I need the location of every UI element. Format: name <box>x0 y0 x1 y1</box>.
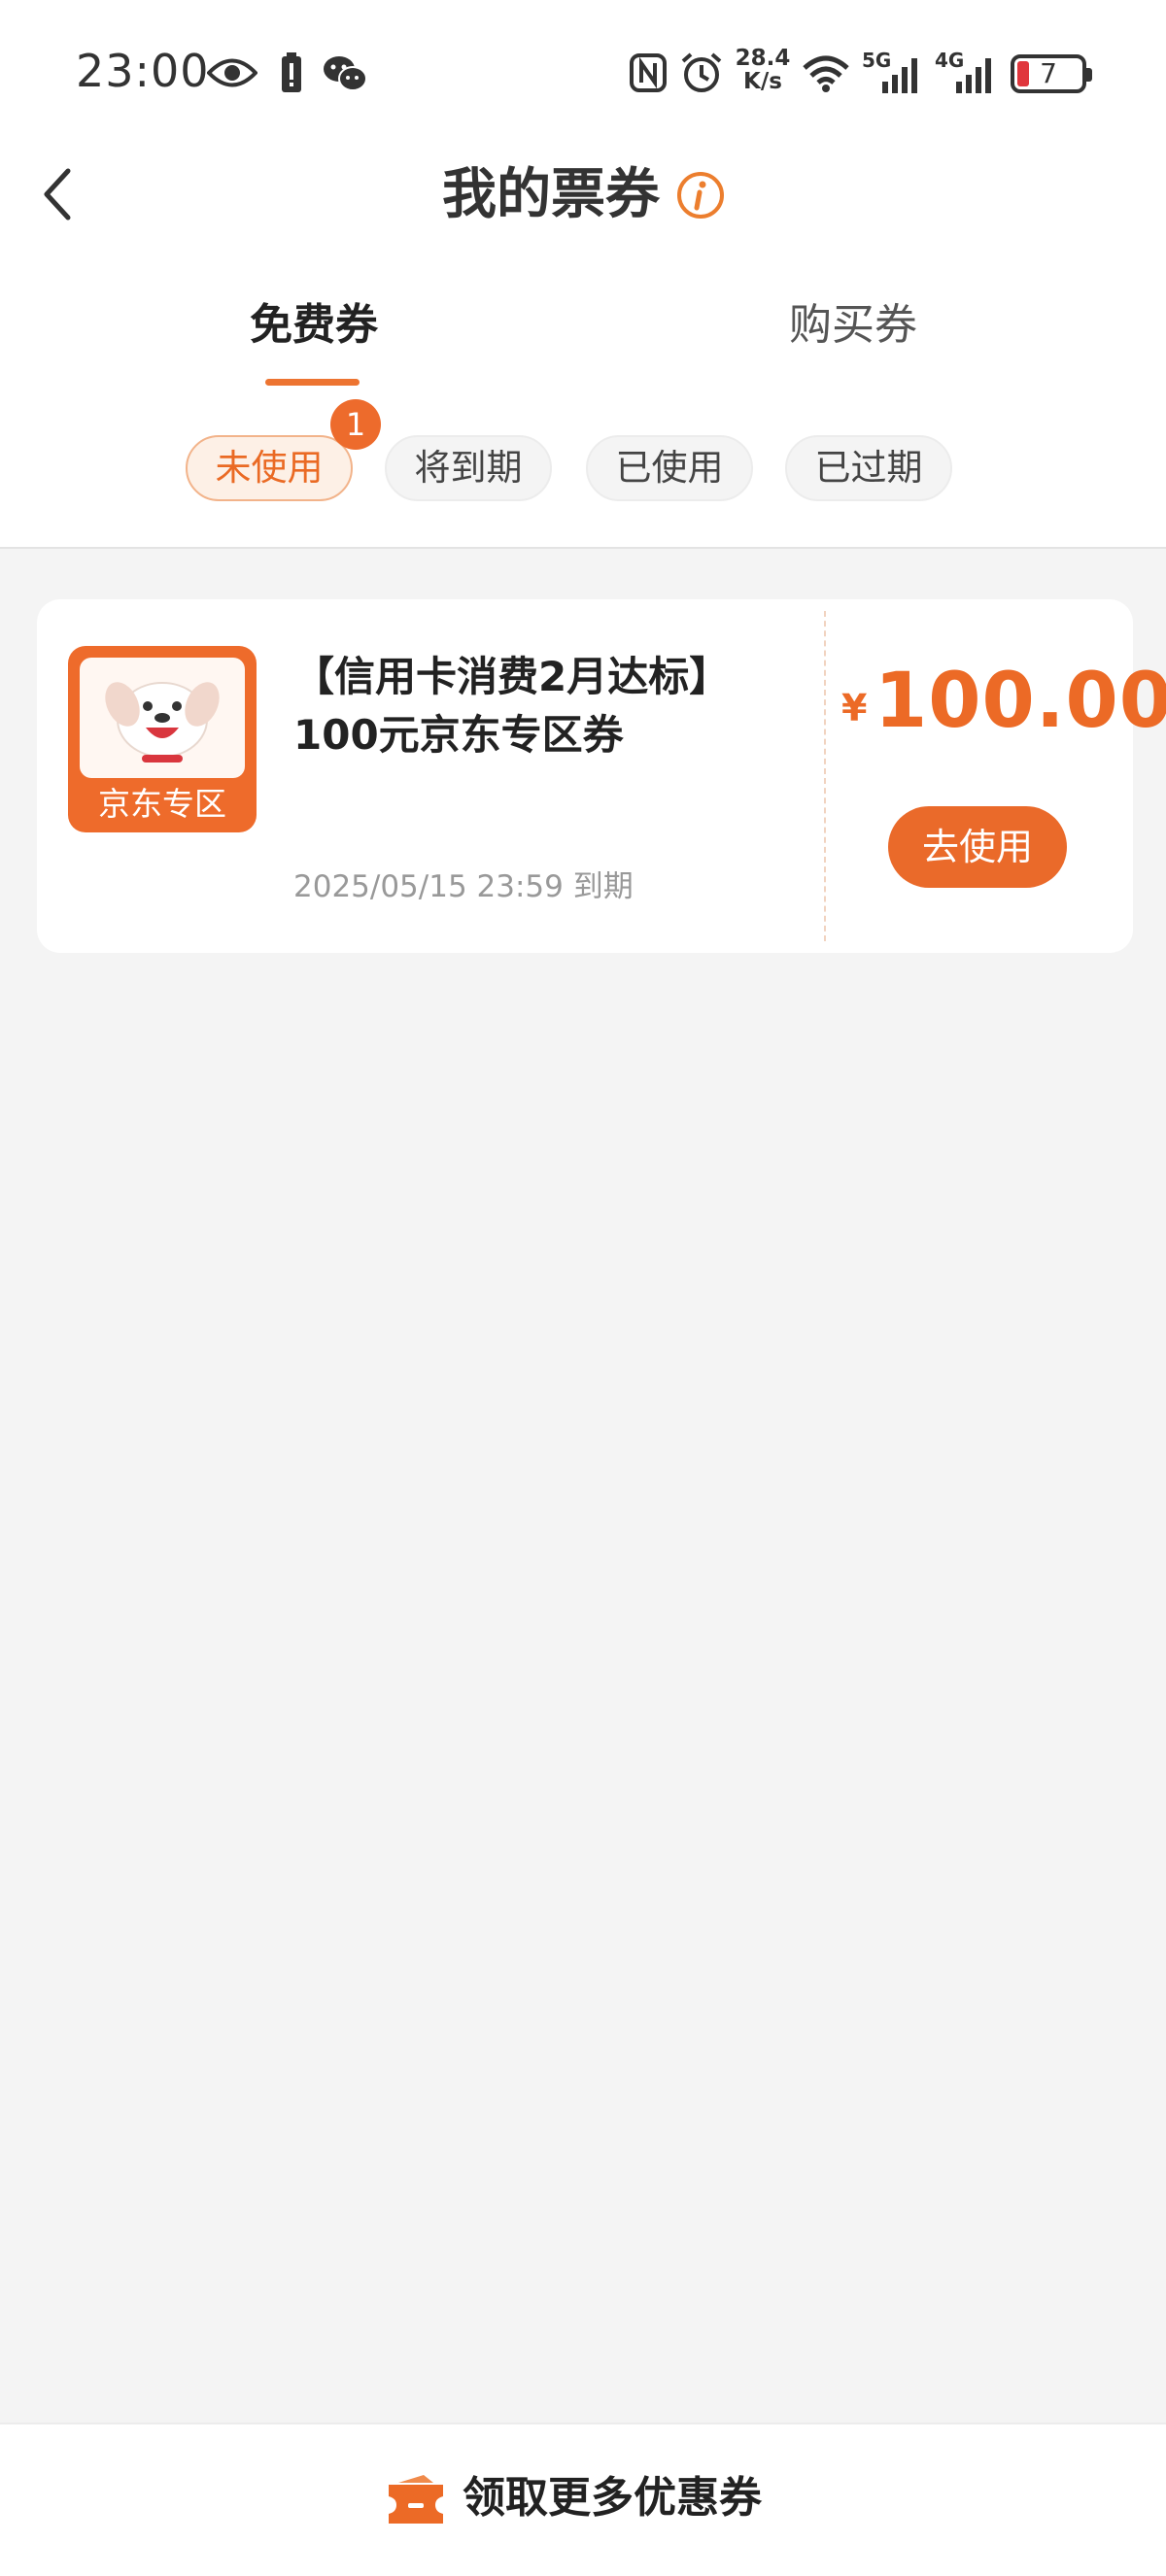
signal-icon <box>956 58 991 93</box>
wechat-icon <box>324 56 367 91</box>
page-title: 我的票券 <box>442 163 660 226</box>
signal-icon <box>882 58 917 93</box>
tab-purchased-coupons[interactable]: 购买券 <box>789 291 917 359</box>
filter-expiring-soon[interactable]: 将到期 <box>385 435 552 501</box>
filter-expired[interactable]: 已过期 <box>785 435 952 501</box>
filter-used[interactable]: 已使用 <box>586 435 753 501</box>
coupon-icon <box>389 2475 443 2524</box>
network-speed-unit: K/s <box>743 69 782 94</box>
active-tab-indicator <box>265 379 360 386</box>
coupon-thumbnail: 京东专区 <box>68 646 257 832</box>
header-area: 23:00 28.4 K/s 5G 4G 7 我的票券 免费券 购买券 未使用 … <box>0 0 1166 549</box>
use-coupon-button[interactable]: 去使用 <box>888 806 1067 888</box>
coupon-title-line2: 100元京东专区券 <box>293 711 624 759</box>
coupon-currency: ¥ <box>841 687 868 729</box>
battery-alert-icon <box>282 52 301 92</box>
status-bar: 23:00 28.4 K/s 5G 4G 7 <box>0 0 1166 146</box>
jd-mascot-icon <box>105 682 220 763</box>
filter-unused[interactable]: 未使用 <box>186 435 353 501</box>
battery-icon: 7 <box>1011 54 1092 93</box>
coupon-divider <box>824 611 826 941</box>
coupon-expiry: 2025/05/15 23:59 到期 <box>293 869 634 904</box>
wifi-icon <box>803 55 849 92</box>
coupon-amount: 100.00 <box>874 658 1166 745</box>
network-speed-value: 28.4 <box>735 46 791 71</box>
coupon-title: 【信用卡消费2月达标】 100元京东专区券 <box>293 648 818 764</box>
unused-count-badge: 1 <box>330 399 381 450</box>
eye-icon <box>207 58 257 87</box>
coupon-card[interactable]: 京东专区 【信用卡消费2月达标】 100元京东专区券 2025/05/15 23… <box>37 599 1166 953</box>
get-more-coupons-label: 领取更多优惠券 <box>463 2473 762 2523</box>
coupon-thumbnail-label: 京东专区 <box>98 785 226 823</box>
back-button[interactable] <box>29 158 87 230</box>
battery-level: 7 <box>1040 57 1057 89</box>
alarm-icon <box>681 52 722 92</box>
network-speed: 28.4 K/s <box>734 47 792 93</box>
get-more-coupons-bar[interactable]: 领取更多优惠券 <box>0 2423 1166 2576</box>
info-icon[interactable] <box>676 171 725 220</box>
nfc-icon <box>630 53 667 92</box>
tab-free-coupons[interactable]: 免费券 <box>250 291 378 359</box>
status-time: 23:00 <box>76 45 210 97</box>
chevron-left-icon <box>44 168 71 220</box>
coupon-title-line1: 【信用卡消费2月达标】 <box>293 653 731 700</box>
